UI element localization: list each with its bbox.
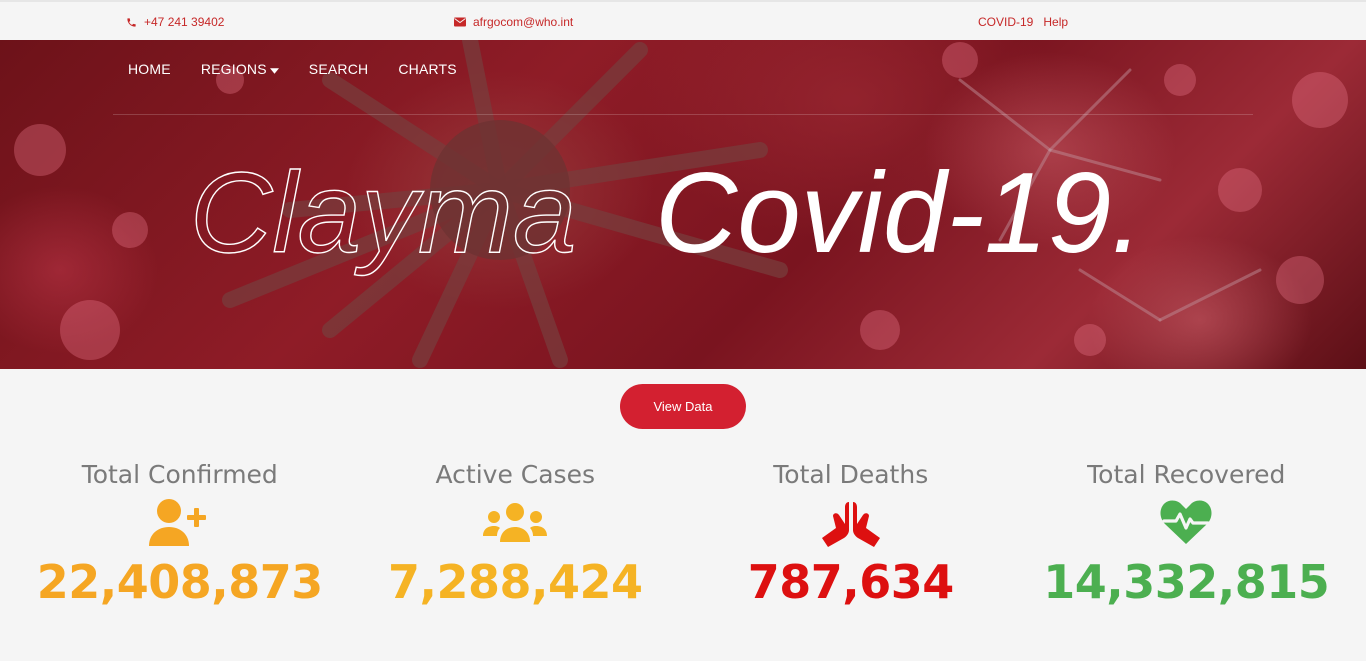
email-contact[interactable]: afrgocom@who.int	[454, 15, 573, 29]
stat-active-cases: Active Cases 7,288,424	[348, 458, 684, 614]
stats-row: Total Confirmed 22,408,873 Active Cases …	[12, 458, 1354, 614]
stat-total-deaths: Total Deaths 787,634	[683, 458, 1019, 614]
top-info-bar: +47 241 39402 afrgocom@who.int COVID-19 …	[0, 0, 1366, 40]
user-plus-icon	[12, 495, 348, 550]
praying-hands-icon	[683, 495, 1019, 550]
stat-value: 7,288,424	[388, 555, 643, 609]
stat-title: Total Recovered	[1087, 460, 1286, 489]
stat-title: Total Deaths	[773, 460, 929, 489]
envelope-icon	[454, 17, 466, 27]
stat-value: 787,634	[747, 555, 955, 609]
phone-icon	[126, 17, 137, 28]
top-links: COVID-19 Help	[978, 15, 1068, 29]
help-link[interactable]: Help	[1043, 15, 1068, 29]
heartbeat-icon	[1019, 495, 1355, 550]
covid-19-link[interactable]: COVID-19	[978, 15, 1033, 29]
hero-title: Clayma Covid-19.	[189, 149, 1143, 277]
stat-title: Active Cases	[435, 460, 596, 489]
stat-value: 22,408,873	[36, 555, 324, 609]
stat-total-confirmed: Total Confirmed 22,408,873	[12, 458, 348, 614]
users-group-icon	[348, 495, 684, 550]
stat-title: Total Confirmed	[81, 460, 278, 489]
view-data-button[interactable]: View Data	[620, 384, 746, 429]
hero-title-solid: Covid-19.	[655, 150, 1143, 277]
phone-contact[interactable]: +47 241 39402	[126, 15, 224, 29]
email-address: afrgocom@who.int	[473, 15, 574, 29]
stat-total-recovered: Total Recovered 14,332,815	[1019, 458, 1355, 614]
phone-number: +47 241 39402	[144, 15, 225, 29]
hero-banner: HOME REGIONS SEARCH CHARTS Clayma Covid-…	[0, 40, 1366, 369]
hero-title-outline: Clayma	[190, 150, 576, 277]
stat-value: 14,332,815	[1043, 555, 1330, 609]
